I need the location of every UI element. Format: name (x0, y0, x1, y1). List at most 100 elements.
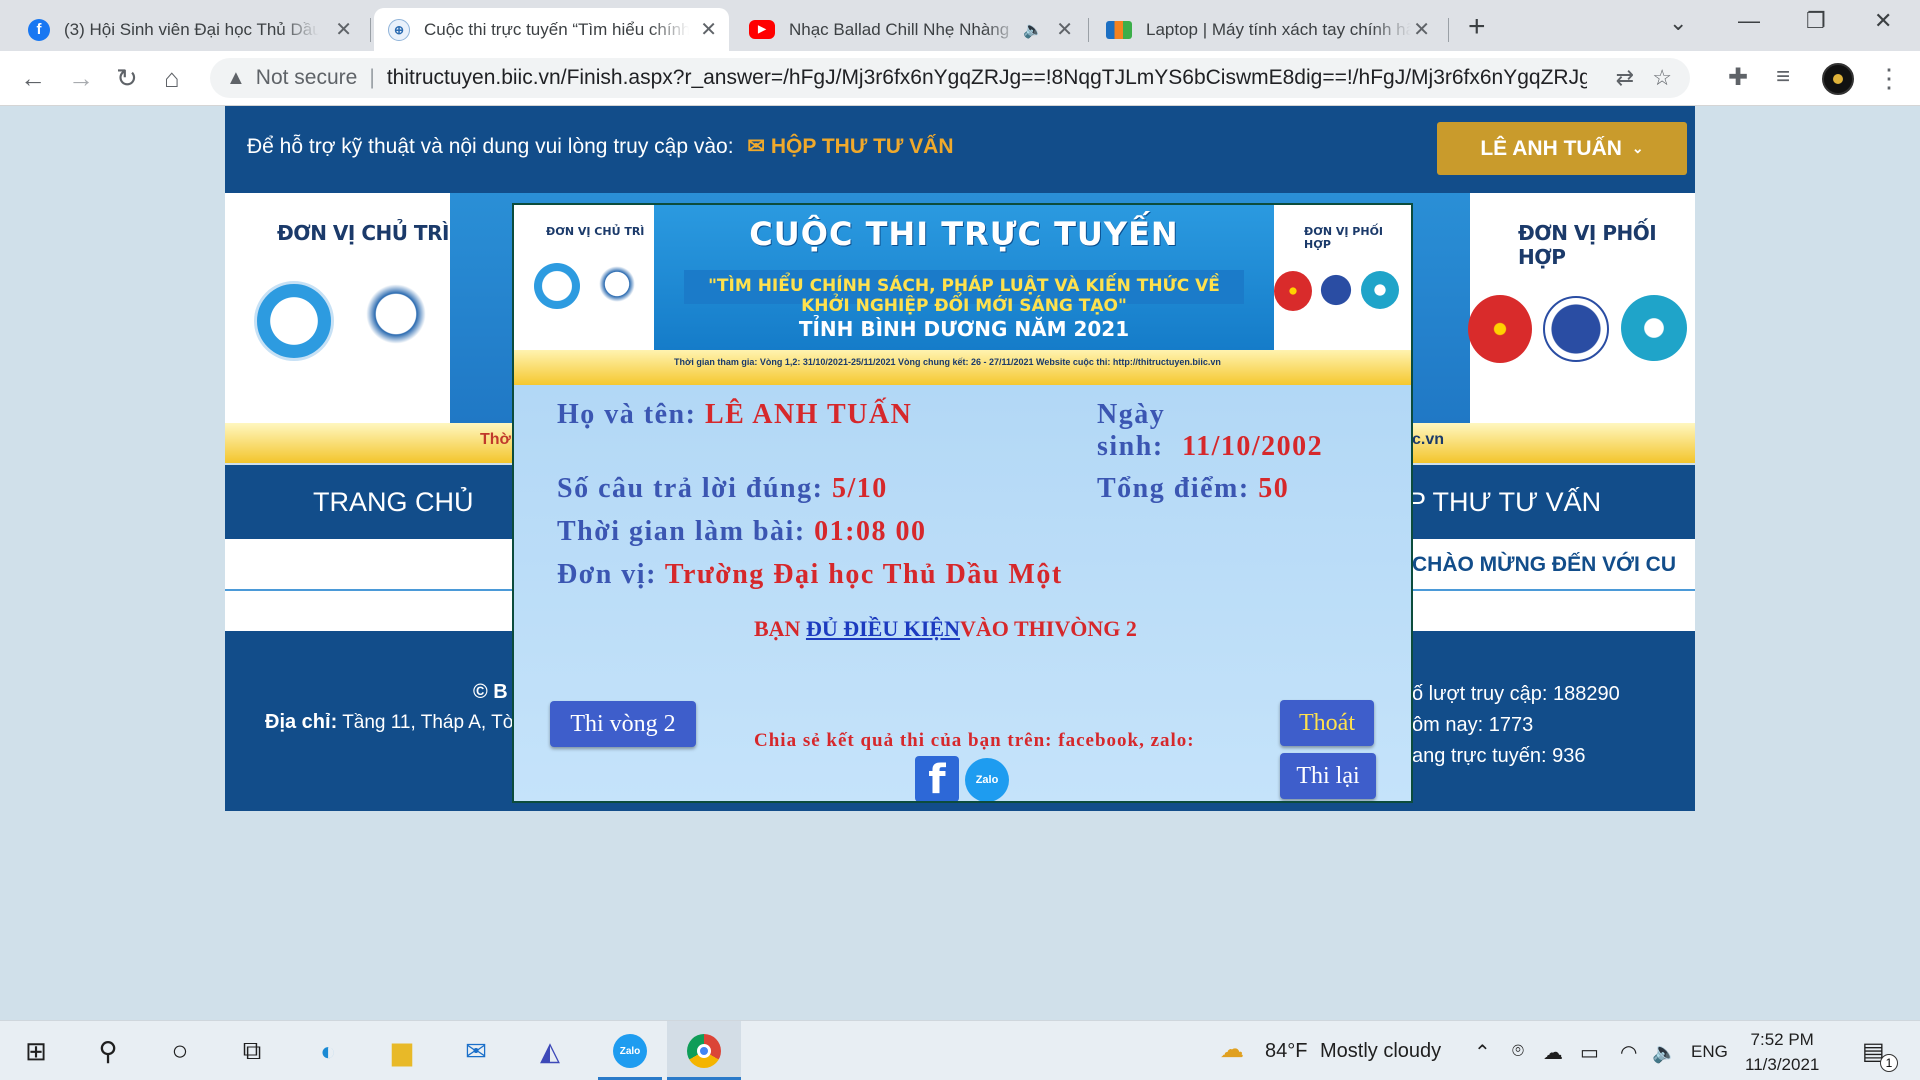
file-explorer-icon[interactable]: ▆ (382, 1031, 422, 1071)
copyright: © B (473, 681, 508, 703)
dialog-host-title: ĐƠN VỊ CHỦ TRÌ (546, 225, 645, 238)
omnibox-divider: | (369, 66, 375, 89)
cortana-icon[interactable]: ○ (160, 1031, 200, 1071)
reload-icon[interactable]: ↻ (116, 63, 138, 94)
address: Địa chỉ: Tầng 11, Tháp A, Tò (265, 711, 513, 734)
url-text[interactable]: thitructuyen.biic.vn/Finish.aspx?r_answe… (387, 66, 1587, 90)
name-row: Họ và tên: LÊ ANH TUẤN (557, 399, 912, 431)
support-link-label[interactable]: HỘP THƯ TƯ VẤN (771, 135, 954, 158)
score-value: 50 (1258, 473, 1290, 504)
student-association-logo (1621, 295, 1687, 361)
youth-union-logo (1468, 295, 1532, 363)
youth-union-logo (1274, 271, 1312, 311)
weather-icon[interactable]: ☁ (1220, 1035, 1244, 1064)
tab-title: Cuộc thi trực tuyến “Tìm hiểu chính sách (424, 19, 689, 39)
tab-divider (1088, 18, 1089, 42)
forward-icon[interactable]: → (68, 63, 94, 94)
menu-contact[interactable]: P THƯ TƯ VẤN (1408, 487, 1601, 518)
close-window-button[interactable]: ✕ (1874, 8, 1892, 34)
tab-contest[interactable]: ⊕ Cuộc thi trực tuyến “Tìm hiểu chính sá… (374, 8, 729, 51)
menu-home[interactable]: TRANG CHỦ (313, 487, 474, 518)
tab-title: Laptop | Máy tính xách tay chính hãng (1146, 19, 1411, 39)
chrome-icon[interactable] (684, 1031, 724, 1071)
weather-desc[interactable]: Mostly cloudy (1320, 1040, 1441, 1063)
result-dialog: ĐƠN VỊ CHỦ TRÌ ĐƠN VỊ PHỐI HỢP CUỘC THI … (512, 203, 1413, 803)
weather-temp[interactable]: 84°F (1265, 1040, 1307, 1063)
wifi-icon[interactable]: ◠ (1620, 1040, 1637, 1065)
zalo-share-label[interactable]: Zalo (976, 774, 999, 786)
zalo-icon[interactable]: Zalo (610, 1031, 650, 1071)
retry-button[interactable]: Thi lại (1280, 753, 1376, 799)
dialog-partner-title: ĐƠN VỊ PHỐI HỢP (1304, 225, 1384, 251)
media-control-icon[interactable]: ≡ (1776, 63, 1790, 91)
taskbar: ⊞ ⚲ ○ ⧉ ◐ ▆ ✉ ◭ Zalo ☁ 84°F Mostly cloud… (0, 1020, 1920, 1080)
score-row: Tổng điểm: 50 (1097, 473, 1289, 505)
clock[interactable]: 7:52 PM 11/3/2021 (1745, 1027, 1819, 1077)
tab-search-icon[interactable]: ⌄ (1669, 10, 1687, 36)
dob-label-line1: Ngày (1097, 399, 1166, 430)
close-icon[interactable]: ✕ (335, 17, 352, 42)
correct-label: Số câu trả lời đúng: (557, 473, 824, 504)
meet-now-icon[interactable]: ⌾ (1512, 1040, 1524, 1063)
clock-date[interactable]: 11/3/2021 (1745, 1052, 1819, 1077)
time-value: 01:08 00 (814, 516, 927, 547)
host-unit-title: ĐƠN VỊ CHỦ TRÌ (277, 221, 449, 245)
time-label: Thời gian làm bài: (557, 516, 806, 547)
windows-start-icon[interactable]: ⊞ (16, 1031, 56, 1071)
chevron-down-icon: ⌄ (1631, 140, 1644, 156)
back-icon[interactable]: ← (20, 63, 46, 94)
browser-toolbar: ← → ↻ ⌂ ▲ Not secure | thitructuyen.biic… (0, 51, 1920, 106)
tab-laptop[interactable]: Laptop | Máy tính xách tay chính hãng ✕ (1092, 8, 1442, 51)
restore-button[interactable]: ❐ (1806, 8, 1826, 34)
new-tab-button[interactable]: + (1468, 10, 1486, 44)
profile-avatar[interactable] (1822, 63, 1854, 95)
dialog-banner-strip (514, 350, 1411, 385)
stat-total: ố lượt truy cập: 188290 (1412, 683, 1620, 705)
facebook-share-icon[interactable]: f (915, 756, 959, 801)
minimize-button[interactable]: — (1738, 8, 1760, 34)
volume-icon[interactable]: 🔈 (1652, 1040, 1677, 1065)
battery-icon[interactable]: ▭ (1580, 1040, 1599, 1065)
department-logo (534, 263, 580, 309)
support-notice: Để hỗ trợ kỹ thuật và nội dung vui lòng … (247, 134, 954, 159)
bookmark-star-icon[interactable]: ☆ (1652, 65, 1672, 91)
extensions-icon[interactable]: ✚ (1728, 63, 1748, 92)
edge-icon[interactable]: ◐ (308, 1031, 348, 1071)
security-label[interactable]: Not secure (256, 66, 358, 90)
user-name[interactable]: LÊ ANH TUẤN (1480, 137, 1622, 161)
speaker-icon[interactable]: 🔈 (1023, 20, 1043, 40)
youth-association-logo (1317, 271, 1355, 309)
zalo-taskbar-label: Zalo (613, 1034, 647, 1068)
close-icon[interactable]: ✕ (700, 17, 717, 42)
clock-time[interactable]: 7:52 PM (1745, 1027, 1819, 1052)
home-icon[interactable]: ⌂ (164, 63, 180, 94)
language-indicator[interactable]: ENG (1691, 1042, 1728, 1062)
name-value: LÊ ANH TUẤN (704, 399, 913, 430)
warning-icon[interactable]: ▲ (226, 67, 246, 90)
chevron-up-icon[interactable]: ⌃ (1474, 1040, 1491, 1065)
close-icon[interactable]: ✕ (1056, 17, 1073, 42)
fpt-icon (1106, 20, 1132, 39)
welcome-marquee: CHÀO MỪNG ĐẾN VỚI CU (1412, 553, 1677, 576)
address-bar[interactable]: ▲ Not secure | thitructuyen.biic.vn/Fini… (210, 58, 1690, 98)
support-link[interactable]: ✉ HỘP THƯ TƯ VẤN (747, 135, 953, 158)
mail-icon[interactable]: ✉ (456, 1031, 496, 1071)
round2-button[interactable]: Thi vòng 2 (550, 701, 696, 747)
task-view-icon[interactable]: ⧉ (232, 1031, 272, 1071)
facebook-icon: f (28, 18, 50, 41)
user-menu-button[interactable]: LÊ ANH TUẤN ⌄ (1437, 122, 1687, 175)
menu-dots-icon[interactable]: ⋮ (1876, 63, 1902, 94)
biic-logo (361, 279, 431, 349)
tab-title: Nhạc Ballad Chill Nhẹ Nhàng (789, 19, 1010, 39)
tab-facebook[interactable]: f (3) Hội Sinh viên Đại học Thủ Dầu Một … (14, 8, 364, 51)
eligible-prefix: BẠN (754, 616, 801, 641)
exit-button[interactable]: Thoát (1280, 700, 1374, 746)
zalo-share-icon[interactable]: Zalo (965, 758, 1009, 801)
close-icon[interactable]: ✕ (1413, 17, 1430, 42)
search-icon[interactable]: ⚲ (88, 1031, 128, 1071)
youth-association-logo (1543, 296, 1609, 362)
translate-icon[interactable]: ⇄ (1616, 65, 1634, 91)
onedrive-icon[interactable]: ☁ (1543, 1040, 1563, 1065)
tab-youtube[interactable]: ▶ Nhạc Ballad Chill Nhẹ Nhàng 🔈 ✕ (735, 8, 1085, 51)
app-icon[interactable]: ◭ (530, 1031, 570, 1071)
